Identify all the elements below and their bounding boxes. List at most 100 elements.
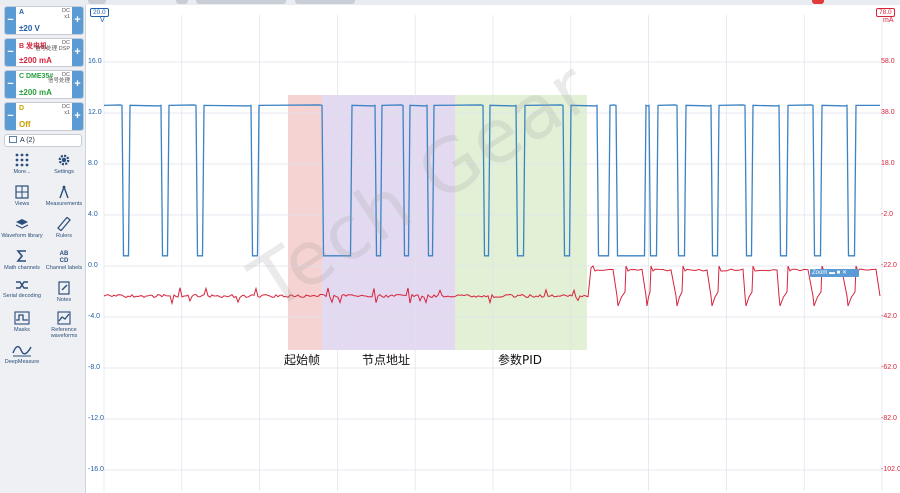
tool-label: Waveform library	[1, 233, 43, 239]
tool-label: Serial decoding	[3, 293, 41, 299]
range-increase-button[interactable]: +	[72, 39, 83, 66]
tool-label: Reference waveforms	[50, 327, 78, 339]
right-tick-label: -42.0	[881, 313, 897, 320]
channel-labels-button[interactable]: AB CD Channel labels	[43, 249, 85, 271]
rulers-button[interactable]: Rulers	[43, 217, 85, 239]
left-tick-label: 12.0	[88, 109, 102, 116]
right-tick-label: -82.0	[881, 415, 897, 422]
more-button[interactable]: More...	[1, 153, 43, 175]
abcd-icon: ABCD	[60, 251, 69, 263]
stop-button[interactable]	[812, 0, 824, 4]
right-tick-label: -102.0	[881, 466, 900, 473]
channel-range: ±200 mA	[19, 88, 52, 97]
svg-text:AB: AB	[60, 251, 69, 257]
channel-range: ±200 mA	[19, 56, 52, 65]
mask-icon	[14, 311, 30, 325]
ruler-icon	[57, 217, 71, 231]
range-increase-button[interactable]: +	[72, 103, 83, 130]
channel-b-panel[interactable]: − B 发电机 DC 信号处理 DSP ±200 mA +	[4, 38, 84, 67]
right-tick-label: -22.0	[881, 262, 897, 269]
tool-label: Settings	[54, 169, 74, 175]
math-channels-button[interactable]: Math channels	[1, 249, 43, 271]
tool-label: More...	[13, 169, 31, 175]
left-axis-tag[interactable]: 20.0	[90, 8, 109, 17]
left-tick-label: 16.0	[88, 58, 102, 65]
right-tick-label: -62.0	[881, 364, 897, 371]
region-start-frame	[288, 95, 322, 350]
scope-plot-area[interactable]: 16.0 12.0 8.0 4.0 0.0 -4.0 -8.0 -12.0 -16.0 58.0…	[86, 5, 900, 493]
grid-dots-icon	[15, 153, 29, 167]
serial-icon	[16, 281, 28, 289]
annotation-start-frame: 起始帧	[284, 353, 321, 367]
masks-button[interactable]: Masks	[1, 311, 43, 333]
left-tick-label: -12.0	[88, 415, 104, 422]
tool-label: Masks	[14, 327, 30, 333]
measurements-button[interactable]: Measurements	[43, 185, 85, 207]
region-node-address	[322, 95, 455, 350]
waveform-library-button[interactable]: Waveform library	[1, 217, 43, 239]
annotation-node-address: 节点地址	[362, 353, 411, 367]
right-tick-label: 38.0	[881, 109, 895, 116]
sigma-icon	[16, 250, 26, 262]
left-tick-label: 8.0	[88, 160, 98, 167]
annotation-params-pid: 参数PID	[498, 353, 543, 367]
tool-label: DeepMeasure	[4, 359, 40, 365]
toolbar-control[interactable]	[88, 0, 106, 4]
math-channel-item[interactable]: A (2)	[4, 134, 82, 147]
notes-button[interactable]: Notes	[43, 281, 85, 303]
channel-a-panel[interactable]: − A DC x1 ±20 V +	[4, 6, 84, 35]
left-tick-label: 4.0	[88, 211, 98, 218]
serial-decoding-button[interactable]: Serial decoding	[1, 279, 43, 299]
right-axis-unit: mA	[883, 17, 894, 24]
library-icon	[15, 219, 29, 229]
waveform-canvas[interactable]	[86, 5, 900, 493]
toolbar-control[interactable]	[295, 0, 355, 4]
sidebar: − A DC x1 ±20 V + − B 发电机 DC 信号处理 DSP ±200…	[0, 5, 86, 493]
zoom-label: Zoom	[812, 270, 828, 276]
deepmeasure-button[interactable]: DeepMeasure	[1, 343, 43, 365]
tool-label: Views	[14, 201, 30, 207]
range-decrease-button[interactable]: −	[5, 103, 16, 130]
channel-coupling: DC 信号处理 DSP	[35, 40, 70, 52]
channel-coupling: DC x1	[62, 8, 70, 20]
math-channel-label: A (2)	[20, 137, 35, 144]
channel-d-panel[interactable]: − D DC x1 Off +	[4, 102, 84, 131]
tool-label: Measurements	[45, 201, 83, 207]
toolbar-control[interactable]	[196, 0, 286, 4]
right-axis-tag[interactable]: 78.0	[876, 8, 895, 17]
range-increase-button[interactable]: +	[72, 71, 83, 98]
note-icon	[58, 281, 70, 295]
tool-label: Rulers	[56, 233, 72, 239]
right-tick-label: -2.0	[881, 211, 894, 218]
range-decrease-button[interactable]: −	[5, 71, 16, 98]
svg-text:CD: CD	[60, 258, 69, 263]
range-decrease-button[interactable]: −	[5, 7, 16, 34]
zoom-overview-box[interactable]: Zoom ▬ ■ ✕	[810, 269, 859, 277]
reference-icon	[57, 311, 71, 325]
views-button[interactable]: Views	[1, 185, 43, 207]
left-tick-label: -8.0	[88, 364, 101, 371]
range-decrease-button[interactable]: −	[5, 39, 16, 66]
channel-c-panel[interactable]: − C DME35# DC 信号处理 ±200 mA +	[4, 70, 84, 99]
channel-coupling: DC 信号处理	[47, 72, 70, 84]
channel-name: A	[19, 9, 25, 16]
gear-icon	[58, 154, 70, 166]
left-tick-label: -4.0	[88, 313, 101, 320]
tool-label: Math channels	[4, 265, 40, 271]
left-tick-label: -16.0	[88, 466, 104, 473]
compass-icon	[59, 185, 69, 199]
left-tick-label: 0.0	[88, 262, 98, 269]
channel-coupling: DC x1	[62, 104, 70, 116]
tool-label: Notes	[56, 297, 72, 303]
channel-range: Off	[19, 120, 31, 129]
reference-waveforms-button[interactable]: Reference waveforms	[43, 311, 85, 339]
views-grid-icon	[15, 185, 29, 199]
settings-button[interactable]: Settings	[43, 153, 85, 175]
toolbar-control[interactable]	[176, 0, 188, 4]
left-axis-unit: V	[100, 17, 105, 24]
channel-name: D	[19, 105, 25, 112]
deepmeasure-icon	[12, 345, 32, 357]
range-increase-button[interactable]: +	[72, 7, 83, 34]
right-tick-label: 18.0	[881, 160, 895, 167]
channel-range: ±20 V	[19, 24, 40, 33]
